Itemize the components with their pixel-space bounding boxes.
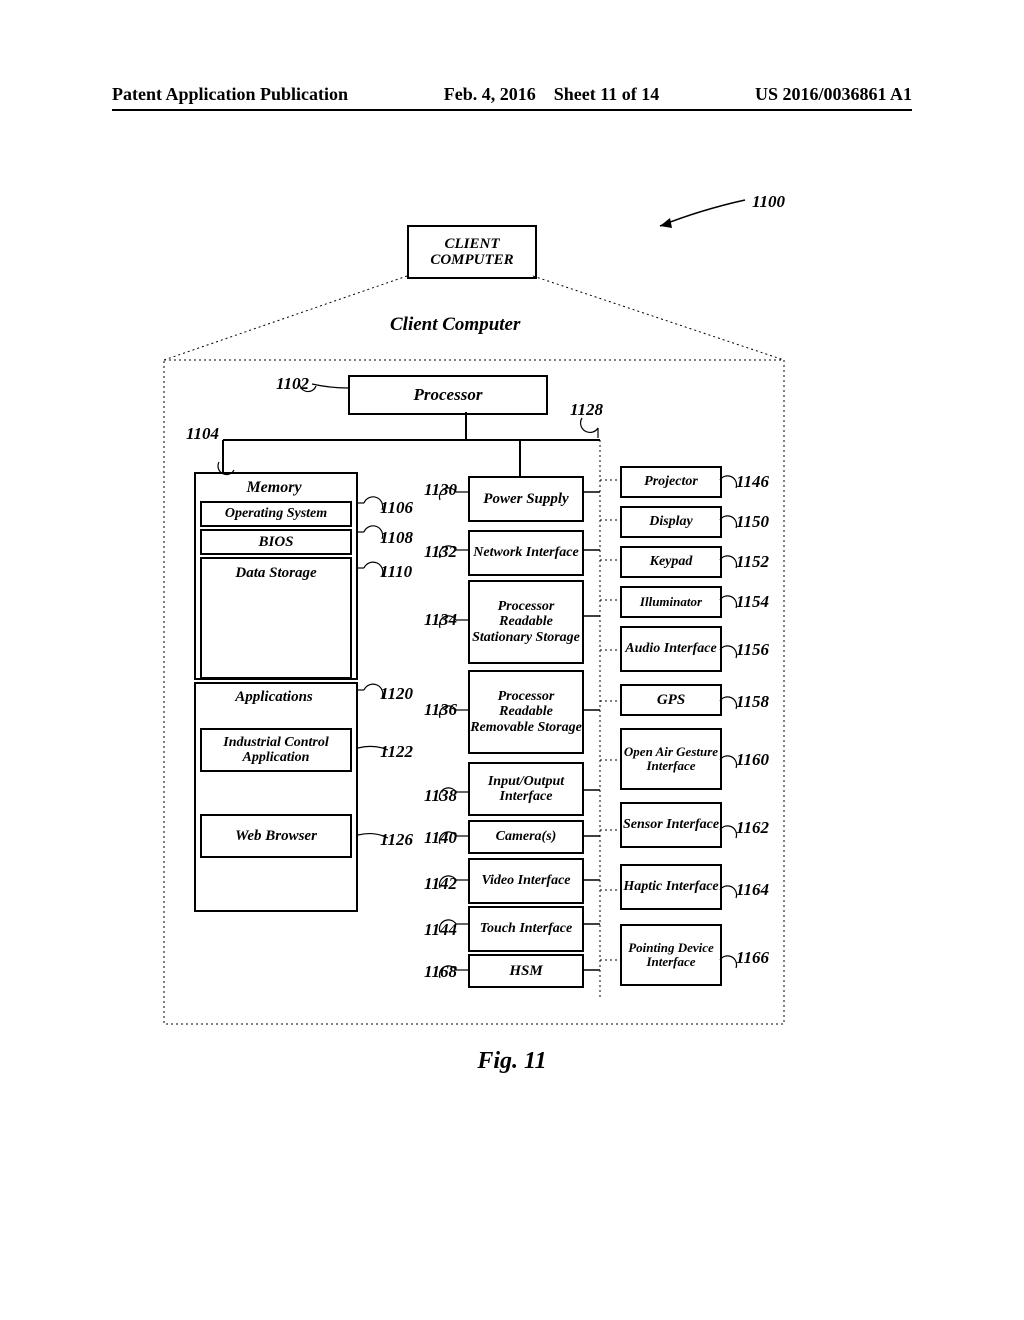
- block-apps-group: [194, 682, 358, 912]
- block-web-browser: Web Browser: [200, 814, 352, 858]
- block-applications: Applications: [198, 686, 350, 708]
- block-bios: BIOS: [200, 529, 352, 555]
- block-display: Display: [620, 506, 722, 538]
- block-network-interface: Network Interface: [468, 530, 584, 576]
- ref-1140: 1140: [424, 828, 457, 848]
- ref-1130: 1130: [424, 480, 457, 500]
- ref-1142: 1142: [424, 874, 457, 894]
- diagram-stage: CLIENT COMPUTER 1100 Client Computer Pro…: [0, 180, 1024, 1180]
- ref-1104: 1104: [186, 424, 219, 444]
- block-video-interface: Video Interface: [468, 858, 584, 904]
- ref-1134: 1134: [424, 610, 457, 630]
- ref-1156: 1156: [736, 640, 769, 660]
- block-power-supply: Power Supply: [468, 476, 584, 522]
- block-cameras: Camera(s): [468, 820, 584, 854]
- figure-caption: Fig. 11: [0, 1048, 1024, 1075]
- ref-1108: 1108: [380, 528, 413, 548]
- block-memory: Memory: [198, 476, 350, 500]
- ref-1126: 1126: [380, 830, 413, 850]
- block-pr-stationary: Processor Readable Stationary Storage: [468, 580, 584, 664]
- block-gps: GPS: [620, 684, 722, 716]
- block-pr-removable: Processor Readable Removable Storage: [468, 670, 584, 754]
- ref-1100: 1100: [752, 192, 785, 212]
- pub-number: US 2016/0036861 A1: [755, 84, 912, 105]
- block-keypad: Keypad: [620, 546, 722, 578]
- sheet-number: Sheet 11 of 14: [554, 84, 660, 104]
- subtitle: Client Computer: [390, 314, 520, 336]
- block-illuminator: Illuminator: [620, 586, 722, 618]
- ref-1122: 1122: [380, 742, 413, 762]
- ref-1102: 1102: [276, 374, 309, 394]
- ref-1136: 1136: [424, 700, 457, 720]
- block-os: Operating System: [200, 501, 352, 527]
- pub-type: Patent Application Publication: [112, 84, 348, 105]
- block-industrial-control-app: Industrial Control Application: [200, 728, 352, 772]
- block-audio-interface: Audio Interface: [620, 626, 722, 672]
- ref-1110: 1110: [380, 562, 412, 582]
- page-header: Patent Application Publication Feb. 4, 2…: [0, 84, 1024, 111]
- ref-1152: 1152: [736, 552, 769, 572]
- pub-date: Feb. 4, 2016: [444, 84, 536, 104]
- title-box: CLIENT COMPUTER: [407, 225, 537, 279]
- ref-1146: 1146: [736, 472, 769, 492]
- ref-1154: 1154: [736, 592, 769, 612]
- block-io-interface: Input/Output Interface: [468, 762, 584, 816]
- block-pointing-device-interface: Pointing Device Interface: [620, 924, 722, 986]
- ref-1128: 1128: [570, 400, 603, 420]
- ref-1120: 1120: [380, 684, 413, 704]
- ref-1138: 1138: [424, 786, 457, 806]
- block-processor: Processor: [348, 375, 548, 415]
- block-projector: Projector: [620, 466, 722, 498]
- ref-1158: 1158: [736, 692, 769, 712]
- block-hsm: HSM: [468, 954, 584, 988]
- block-open-air-gesture: Open Air Gesture Interface: [620, 728, 722, 790]
- page: Patent Application Publication Feb. 4, 2…: [0, 0, 1024, 1320]
- ref-1162: 1162: [736, 818, 769, 838]
- ref-1166: 1166: [736, 948, 769, 968]
- block-data-storage: Data Storage: [200, 557, 352, 679]
- ref-1150: 1150: [736, 512, 769, 532]
- block-sensor-interface: Sensor Interface: [620, 802, 722, 848]
- ref-1164: 1164: [736, 880, 769, 900]
- ref-1132: 1132: [424, 542, 457, 562]
- block-touch-interface: Touch Interface: [468, 906, 584, 952]
- ref-1168: 1168: [424, 962, 457, 982]
- ref-1106: 1106: [380, 498, 413, 518]
- ref-1160: 1160: [736, 750, 769, 770]
- ref-1144: 1144: [424, 920, 457, 940]
- block-haptic-interface: Haptic Interface: [620, 864, 722, 910]
